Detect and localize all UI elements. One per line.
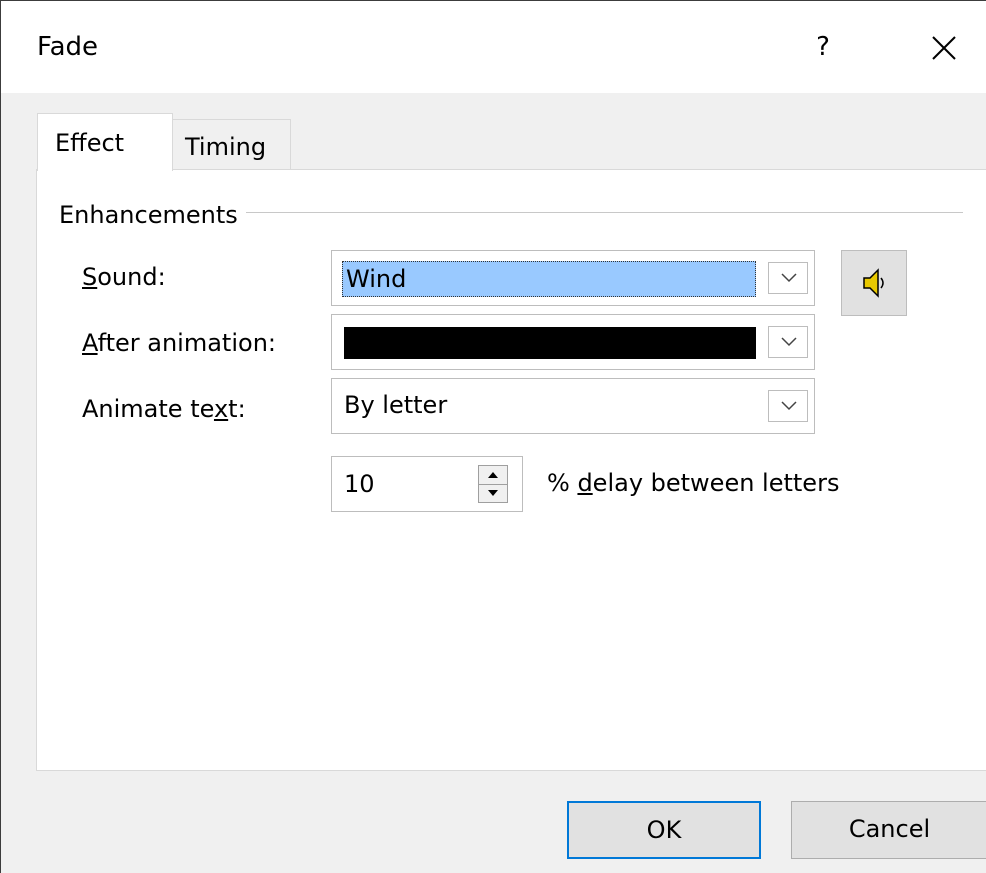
effect-panel: Enhancements Sound: Wind After animation… [36, 169, 986, 771]
delay-value[interactable]: 10 [344, 469, 375, 499]
sound-dropdown-button[interactable] [768, 262, 808, 294]
animate-text-value: By letter [344, 391, 448, 419]
spin-up-icon[interactable] [487, 471, 499, 479]
tab-effect[interactable]: Effect [37, 113, 173, 171]
after-animation-label-rest: fter animation: [97, 329, 276, 357]
delay-spinner[interactable]: 10 [331, 456, 523, 512]
animate-text-label-accel: x [213, 395, 229, 423]
title-bar: Fade ? [1, 1, 986, 93]
animate-text-dropdown-button[interactable] [768, 390, 808, 422]
sound-selection: Wind [342, 261, 756, 297]
animate-text-label: Animate text: [82, 394, 246, 424]
close-button[interactable] [919, 23, 967, 71]
chevron-down-icon [781, 337, 797, 347]
animate-text-label-before: Animate te [82, 395, 214, 423]
after-animation-color-swatch [344, 327, 756, 359]
tab-timing[interactable]: Timing [171, 119, 291, 169]
ok-button[interactable]: OK [567, 801, 761, 859]
help-button[interactable]: ? [805, 25, 841, 69]
sound-label-accel: S [82, 263, 98, 291]
after-animation-label-accel: A [82, 329, 98, 357]
after-animation-label: After animation: [82, 328, 276, 358]
animate-text-dropdown[interactable]: By letter [331, 378, 815, 434]
animate-text-label-after: t: [228, 395, 246, 423]
delay-label-accel: d [577, 469, 593, 497]
delay-label-after: elay between letters [592, 469, 840, 497]
sound-label-rest: ound: [97, 263, 166, 291]
fade-dialog: Fade ? Effect Timing Enhancements Sound:… [0, 0, 986, 873]
delay-label: % delay between letters [547, 468, 839, 498]
delay-label-before: % [547, 469, 578, 497]
close-icon [932, 36, 956, 60]
chevron-down-icon [781, 401, 797, 411]
spin-down-icon[interactable] [487, 489, 499, 497]
after-animation-dropdown-button[interactable] [768, 326, 808, 358]
spin-divider [479, 484, 507, 485]
sound-label: Sound: [82, 262, 166, 292]
sound-dropdown[interactable]: Wind [331, 250, 815, 306]
chevron-down-icon [781, 273, 797, 283]
cancel-button[interactable]: Cancel [791, 801, 986, 859]
speaker-icon [863, 268, 884, 298]
after-animation-dropdown[interactable] [331, 314, 815, 370]
enhancements-group-label: Enhancements [59, 200, 246, 230]
delay-spin-buttons[interactable] [478, 465, 508, 503]
sound-value: Wind [346, 265, 407, 293]
dialog-title: Fade [37, 32, 99, 62]
play-sound-button[interactable] [841, 250, 907, 316]
